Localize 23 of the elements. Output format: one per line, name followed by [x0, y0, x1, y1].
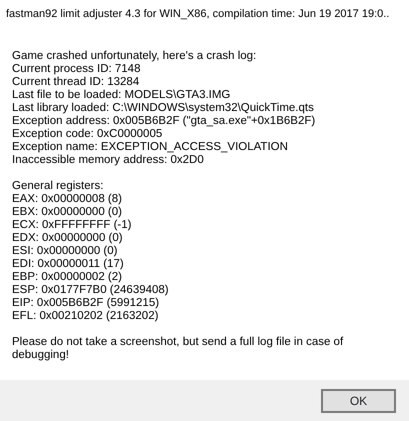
log-line: EBP: 0x00000002 (2)	[12, 271, 123, 284]
log-line: EIP: 0x005B6B2F (5991215)	[12, 297, 160, 310]
log-line: ESI: 0x00000000 (0)	[12, 245, 118, 258]
log-line: Inaccessible memory address: 0x2D0	[12, 154, 205, 167]
log-line: Current process ID: 7148	[12, 63, 142, 76]
log-line: EFL: 0x00210202 (2163202)	[12, 310, 160, 323]
log-line: Current thread ID: 13284	[12, 76, 140, 89]
log-line: Exception name: EXCEPTION_ACCESS_VIOLATION	[12, 141, 289, 154]
log-line: Last file to be loaded: MODELS\GTA3.IMG	[12, 89, 232, 102]
log-line: Exception address: 0x005B6B2F ("gta_sa.exe"+0x1B6B2F)	[12, 115, 316, 128]
log-line: Exception code: 0xC0000005	[12, 128, 164, 141]
log-line: ECX: 0xFFFFFFFF (-1)	[12, 219, 132, 232]
window-title: fastman92 limit adjuster 4.3 for WIN_X86, compilation time: Jun 19 2017 19:0..	[5, 7, 390, 22]
log-line: Game crashed unfortunately, here's a crash log:	[12, 50, 258, 63]
ok-button[interactable]: OK	[321, 389, 396, 413]
log-line: General registers:	[12, 180, 104, 193]
log-line: EAX: 0x00000008 (8)	[12, 193, 123, 206]
log-line: Last library loaded: C:\WINDOWS\system32\QuickTime.qts	[12, 102, 315, 115]
log-line: ESP: 0x0177F7B0 (24639408)	[12, 284, 170, 297]
log-line: EBX: 0x00000000 (0)	[12, 206, 123, 219]
message-text: Please do not take a screenshot, but send a full log file in case of debugging!	[12, 336, 344, 362]
log-line: EDI: 0x00000011 (17)	[12, 258, 125, 271]
log-line: EDX: 0x00000000 (0)	[12, 232, 124, 245]
